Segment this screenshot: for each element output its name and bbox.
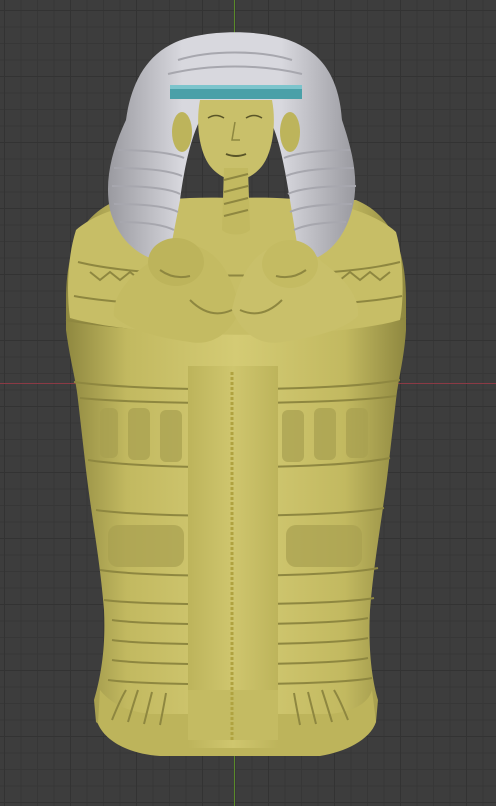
3d-viewport[interactable] [0,0,496,806]
right-ear [280,112,300,152]
right-fist [262,240,318,288]
headband-highlight [170,85,302,89]
left-ear [172,112,192,152]
left-fist [148,238,204,286]
sarcophagus-model[interactable] [0,0,496,806]
